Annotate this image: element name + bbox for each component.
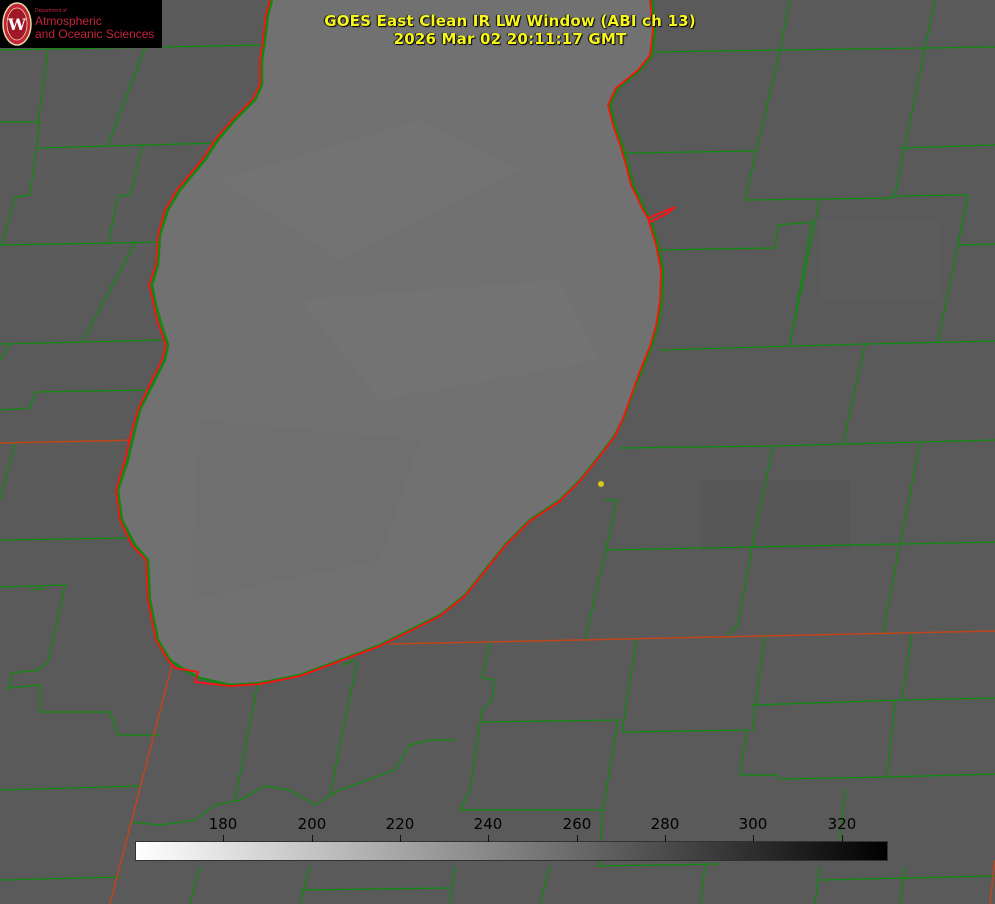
- colorbar-tick-mark: [400, 835, 401, 842]
- colorbar-tick-label: 200: [297, 815, 327, 833]
- colorbar-tick-label: 260: [562, 815, 592, 833]
- colorbar-tick-label: 220: [385, 815, 415, 833]
- colorbar-tick-mark: [665, 835, 666, 842]
- colorbar-tick-mark: [842, 835, 843, 842]
- aos-logo: W Department of Atmospheric and Oceanic …: [0, 0, 162, 48]
- colorbar-tick-label: 240: [473, 815, 503, 833]
- uw-seal-icon: W: [2, 2, 32, 46]
- satellite-image: W Department of Atmospheric and Oceanic …: [0, 0, 995, 904]
- ir-satellite-map: [0, 0, 995, 904]
- image-timestamp: 2026 Mar 02 20:11:17 GMT: [393, 30, 627, 48]
- colorbar-tick-mark: [223, 835, 224, 842]
- colorbar-tick-label: 280: [650, 815, 680, 833]
- colorbar-tick-mark: [488, 835, 489, 842]
- svg-text:W: W: [7, 15, 27, 34]
- colorbar-tick-mark: [312, 835, 313, 842]
- image-title: GOES East Clean IR LW Window (ABI ch 13): [324, 12, 696, 30]
- temperature-colorbar: [135, 841, 888, 861]
- colorbar-tick-label: 300: [738, 815, 768, 833]
- colorbar-tick-label: 320: [827, 815, 857, 833]
- colorbar-tick-label: 180: [208, 815, 238, 833]
- colorbar-tick-mark: [753, 835, 754, 842]
- logo-name-line2: and Oceanic Sciences: [35, 27, 155, 41]
- colorbar-tick-mark: [577, 835, 578, 842]
- city-dot-icon: [598, 481, 604, 487]
